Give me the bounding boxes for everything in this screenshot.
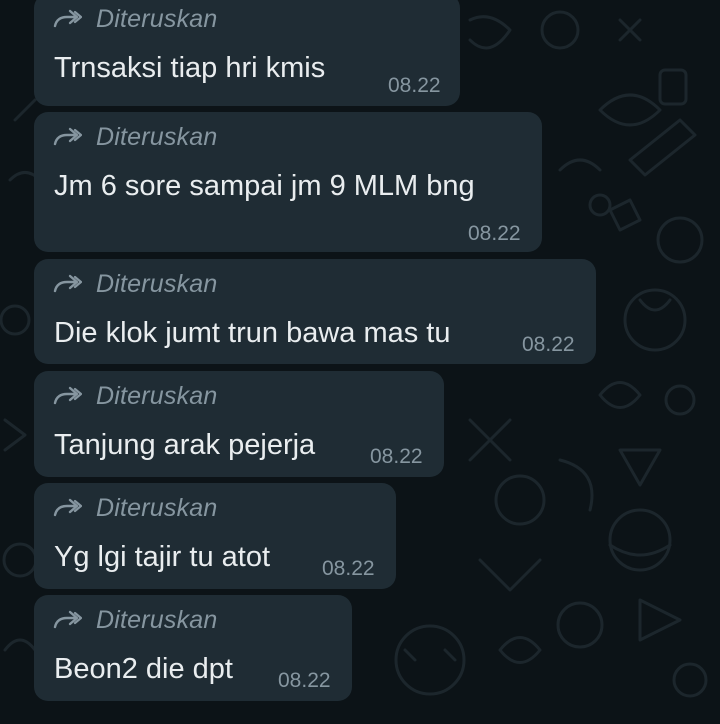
forward-double-arrow-icon — [53, 127, 82, 146]
message-text: Yg lgi tajir tu atot — [54, 541, 270, 573]
forwarded-label: Diteruskan — [96, 4, 218, 33]
message-time: 08.22 — [278, 669, 331, 692]
forward-double-arrow-icon — [53, 9, 82, 28]
message-text: Trnsaksi tiap hri kmis — [54, 52, 326, 84]
forwarded-label: Diteruskan — [96, 122, 218, 151]
message-time: 08.22 — [468, 222, 521, 245]
forward-double-arrow-icon — [53, 610, 82, 629]
forwarded-label: Diteruskan — [96, 605, 218, 634]
message-time: 08.22 — [322, 557, 375, 580]
forwarded-header: Diteruskan — [52, 4, 218, 34]
message-time: 08.22 — [370, 445, 423, 468]
message-time: 08.22 — [388, 74, 441, 97]
message-bubble[interactable]: Diteruskan Jm 6 sore sampai jm 9 MLM bng… — [34, 112, 542, 252]
forward-double-arrow-icon — [53, 386, 82, 405]
forwarded-header: Diteruskan — [52, 122, 218, 152]
message-bubble[interactable]: Diteruskan Beon2 die dpt 08.22 — [34, 595, 352, 701]
message-text: Die klok jumt trun bawa mas tu — [54, 317, 451, 349]
forwarded-header: Diteruskan — [52, 269, 218, 299]
message-bubble[interactable]: Diteruskan Die klok jumt trun bawa mas t… — [34, 259, 596, 364]
forward-double-arrow-icon — [53, 498, 82, 517]
message-time: 08.22 — [522, 333, 575, 356]
message-list: Diteruskan Trnsaksi tiap hri kmis 08.22 … — [0, 0, 720, 724]
message-bubble[interactable]: Diteruskan Trnsaksi tiap hri kmis 08.22 — [34, 0, 460, 106]
forwarded-header: Diteruskan — [52, 493, 218, 523]
forwarded-label: Diteruskan — [96, 381, 218, 410]
message-bubble[interactable]: Diteruskan Tanjung arak pejerja 08.22 — [34, 371, 444, 477]
message-text: Beon2 die dpt — [54, 653, 233, 685]
forwarded-label: Diteruskan — [96, 269, 218, 298]
message-bubble[interactable]: Diteruskan Yg lgi tajir tu atot 08.22 — [34, 483, 396, 589]
forwarded-label: Diteruskan — [96, 493, 218, 522]
message-text: Jm 6 sore sampai jm 9 MLM bng — [54, 170, 475, 202]
message-text: Tanjung arak pejerja — [54, 429, 316, 461]
forward-double-arrow-icon — [53, 274, 82, 293]
forwarded-header: Diteruskan — [52, 605, 218, 635]
forwarded-header: Diteruskan — [52, 381, 218, 411]
